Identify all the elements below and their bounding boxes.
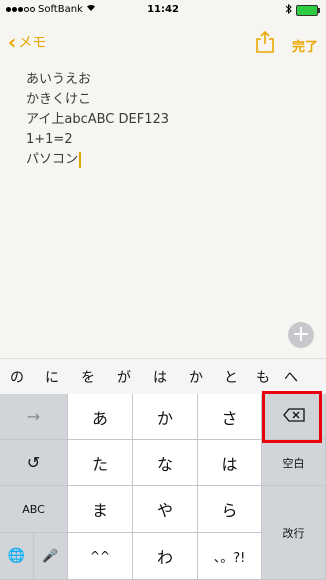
suggestion-item[interactable]: が <box>106 367 142 387</box>
return-key[interactable]: 改行 <box>262 486 326 580</box>
key-sa[interactable]: さ <box>198 394 262 440</box>
suggestion-item[interactable]: に <box>34 367 70 387</box>
key-ma[interactable]: ま <box>68 486 133 533</box>
battery-icon <box>296 5 320 16</box>
suggestion-item[interactable]: を <box>70 367 106 387</box>
note-line-text: パソコン <box>26 152 79 167</box>
suggestion-bar: の に を が は か と も へ <box>0 358 326 395</box>
share-icon[interactable] <box>254 30 276 54</box>
suggestion-item[interactable]: も <box>248 367 278 387</box>
mic-key[interactable]: 🎤 <box>34 533 68 580</box>
suggestion-item[interactable]: は <box>142 367 178 387</box>
key-wa[interactable]: わ <box>133 533 198 580</box>
undo-key[interactable]: ↺ <box>0 440 68 486</box>
key-ya[interactable]: や <box>133 486 198 533</box>
key-na[interactable]: な <box>133 440 198 486</box>
status-right <box>285 3 320 17</box>
bluetooth-icon <box>285 3 292 17</box>
done-button[interactable]: 完了 <box>292 36 318 55</box>
globe-key[interactable]: 🌐 <box>0 533 34 580</box>
chevron-left-icon: ‹ <box>8 30 17 54</box>
text-caret <box>79 151 82 168</box>
cursor-right-key[interactable]: → <box>0 394 68 440</box>
suggestion-item[interactable]: と <box>214 367 248 387</box>
key-ha[interactable]: は <box>198 440 262 486</box>
back-label: メモ <box>18 35 47 51</box>
key-ka[interactable]: か <box>133 394 198 440</box>
dakuten-key[interactable]: ^^ <box>68 533 133 580</box>
back-button[interactable]: ‹ メモ <box>8 32 46 52</box>
note-body[interactable]: あいうえお かきくけこ アイ上abcABC DEF123 1+1=2 パソコン <box>26 70 306 170</box>
note-line: かきくけこ <box>26 92 92 107</box>
suggestion-item[interactable]: へ <box>278 367 304 387</box>
key-a[interactable]: あ <box>68 394 133 440</box>
abc-key[interactable]: ABC <box>0 486 68 533</box>
status-bar: SoftBank 11:42 <box>0 0 326 20</box>
key-ta[interactable]: た <box>68 440 133 486</box>
suggestion-item[interactable]: の <box>0 367 34 387</box>
space-key[interactable]: 空白 <box>262 440 326 486</box>
note-line: アイ上abcABC DEF123 <box>26 112 170 127</box>
phone-screen: SoftBank 11:42 ‹ メモ 完了 あいうえお かきくけこ アイ上ab… <box>0 0 326 580</box>
key-ra[interactable]: ら <box>198 486 262 533</box>
note-line: あいうえお <box>26 72 92 87</box>
add-button[interactable]: + <box>288 322 314 348</box>
suggestion-item[interactable]: か <box>178 367 214 387</box>
note-line: 1+1=2 <box>26 132 73 147</box>
status-time: 11:42 <box>147 4 179 15</box>
note-line-current: パソコン <box>26 150 306 170</box>
nav-bar: ‹ メモ 完了 <box>0 22 326 66</box>
highlight-box <box>262 391 322 443</box>
punctuation-key[interactable]: 、。?! <box>198 533 262 580</box>
